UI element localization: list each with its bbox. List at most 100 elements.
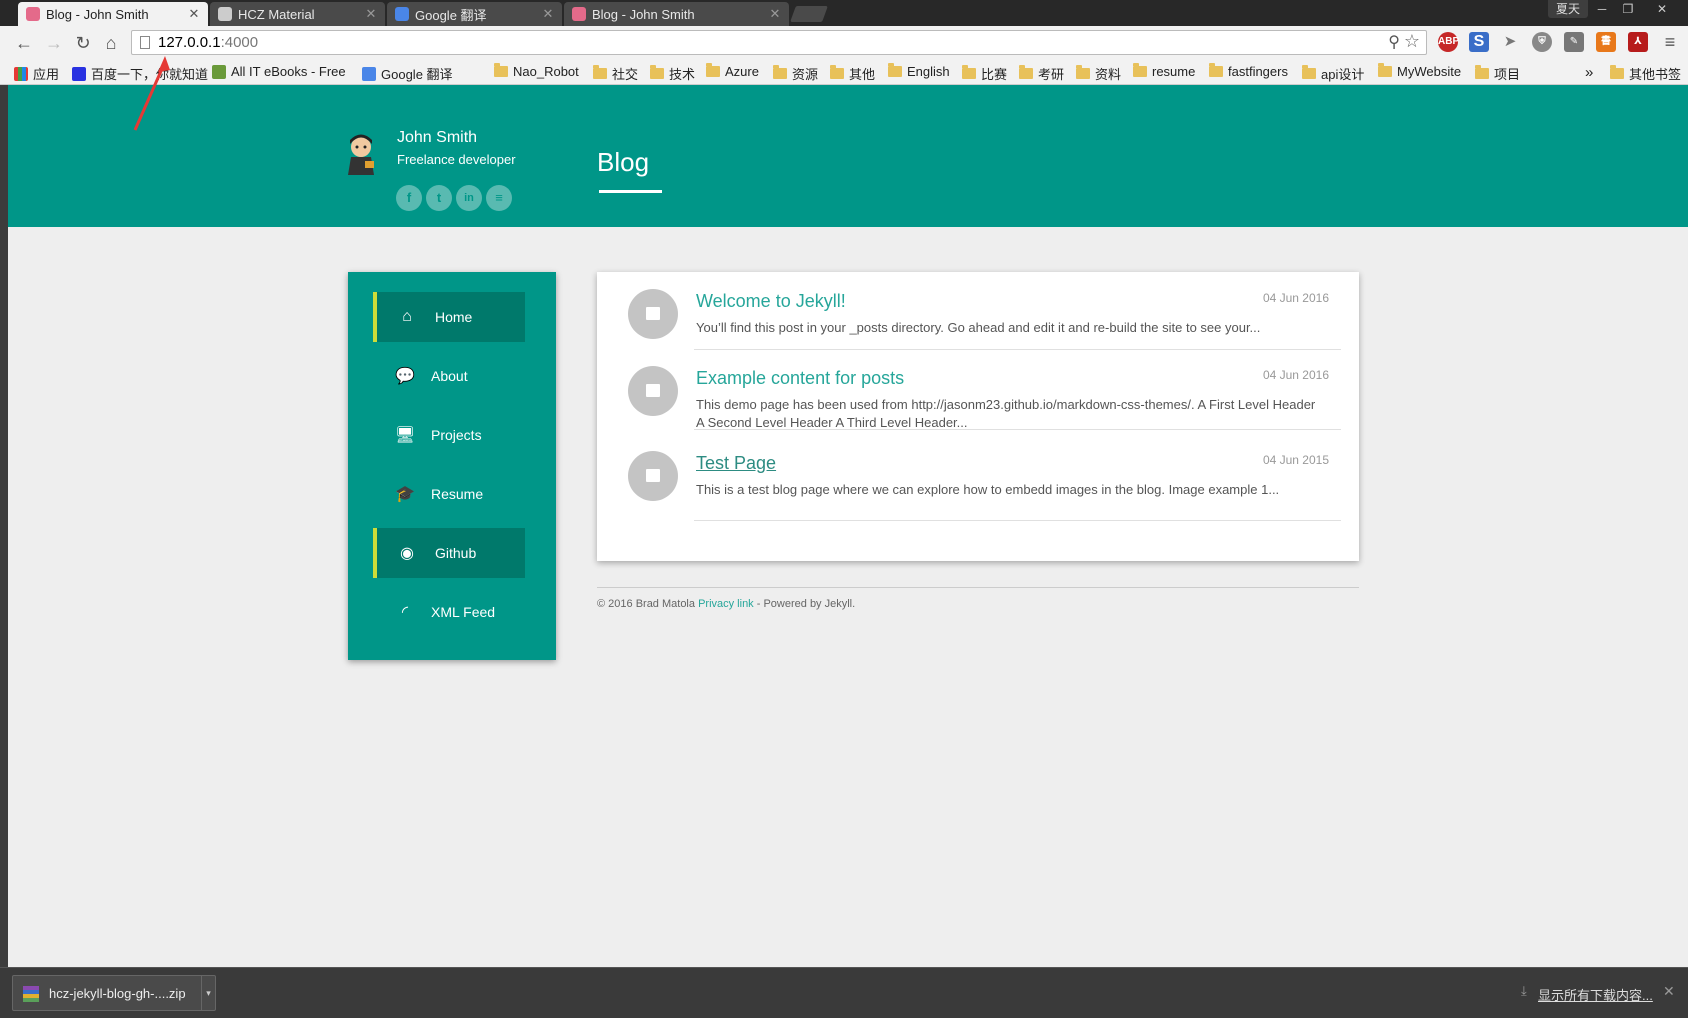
comments-icon: 💬	[395, 368, 415, 385]
post-excerpt: This demo page has been used from http:/…	[696, 397, 1316, 430]
close-icon[interactable]: ✕	[1663, 983, 1675, 1000]
bookmark-folder[interactable]: Azure	[706, 63, 759, 79]
address-bar[interactable]: 127.0.0.1:4000 ⚲ ☆	[131, 30, 1427, 55]
site-name[interactable]: John Smith	[397, 129, 477, 147]
google-translate-favicon-icon	[395, 7, 409, 21]
folder-icon	[1378, 63, 1392, 77]
sidebar-item-home[interactable]: ⌂ Home	[373, 292, 525, 342]
stack-icon[interactable]: ≡	[486, 185, 512, 211]
sidebar-item-projects[interactable]: 🖥 Projects	[373, 410, 525, 460]
url-text: 127.0.0.1:4000	[158, 34, 258, 51]
s-extension-icon[interactable]: S	[1469, 32, 1489, 52]
tab-google-translate[interactable]: Google 翻译 ✕	[387, 2, 562, 26]
tab-blog-john-smith[interactable]: Blog - John Smith ✕	[18, 2, 208, 26]
post-title-link[interactable]: Welcome to Jekyll!	[696, 291, 846, 312]
tab-hcz-material[interactable]: HCZ Material ✕	[210, 2, 385, 26]
graduation-cap-icon: 🎓	[395, 486, 415, 503]
bookmark-label: 其他书签	[1629, 67, 1682, 82]
bookmark-other-folder[interactable]: 其他书签	[1610, 64, 1681, 83]
new-tab-button[interactable]	[790, 6, 828, 22]
bookmark-folder[interactable]: resume	[1133, 63, 1195, 79]
cursor-extension-icon[interactable]: ➤	[1500, 32, 1520, 52]
bookmarks-overflow-chevron[interactable]: »	[1585, 64, 1593, 81]
sidebar-item-xml-feed[interactable]: ◜ XML Feed	[373, 587, 525, 637]
bookmark-label: 应用	[33, 67, 60, 82]
bookmark-label: 资源	[792, 67, 819, 82]
bookmark-folder[interactable]: 考研	[1019, 64, 1064, 83]
reload-icon[interactable]: ↻	[71, 31, 95, 55]
page-icon	[140, 36, 150, 49]
twitter-icon[interactable]: t	[426, 185, 452, 211]
close-tab-icon[interactable]: ✕	[767, 6, 783, 22]
close-tab-icon[interactable]: ✕	[186, 6, 202, 22]
bookmark-folder[interactable]: English	[888, 63, 950, 79]
folder-icon	[706, 63, 720, 77]
translate-extension-icon[interactable]: 書	[1596, 32, 1616, 52]
google-translate-icon	[362, 66, 376, 81]
show-all-downloads-link[interactable]: 显示所有下载内容...	[1538, 985, 1653, 1004]
bookmark-folder[interactable]: 比赛	[962, 64, 1007, 83]
powered-by-text: - Powered by Jekyll.	[756, 598, 856, 610]
pdf-extension-icon[interactable]: ⅄	[1628, 32, 1648, 52]
site-favicon-icon	[26, 7, 40, 21]
home-icon[interactable]: ⌂	[99, 31, 123, 55]
forward-arrow-icon[interactable]: →	[42, 31, 66, 55]
bookmark-folder[interactable]: 技术	[650, 64, 695, 83]
bookmark-label: Google 翻译	[381, 67, 453, 82]
download-filename: hcz-jekyll-blog-gh-....zip	[49, 986, 186, 1001]
editor-extension-icon[interactable]: ✎	[1564, 32, 1584, 52]
bookmark-star-icon[interactable]: ☆	[1404, 31, 1420, 52]
menu-hamburger-icon[interactable]: ≡	[1660, 32, 1680, 52]
close-tab-icon[interactable]: ✕	[363, 6, 379, 22]
apps-grid-icon	[14, 66, 28, 81]
shield-extension-icon[interactable]: ⛨	[1532, 32, 1552, 52]
sidebar-item-resume[interactable]: 🎓 Resume	[373, 469, 525, 519]
post-title-link[interactable]: Test Page	[696, 453, 776, 474]
rss-icon: ◜	[401, 604, 409, 621]
folder-icon	[1209, 63, 1223, 77]
bookmark-folder[interactable]: MyWebsite	[1378, 63, 1462, 79]
sidebar-item-about[interactable]: 💬 About	[373, 351, 525, 401]
bookmark-google-translate[interactable]: Google 翻译	[362, 64, 453, 83]
profile-button[interactable]: 夏天	[1548, 0, 1589, 18]
bookmark-folder[interactable]: Nao_Robot	[494, 63, 579, 79]
bookmark-itebooks[interactable]: All IT eBooks - Free	[212, 64, 346, 79]
bookmark-folder[interactable]: 资源	[773, 64, 818, 83]
bookmark-label: 资料	[1095, 67, 1122, 82]
close-tab-icon[interactable]: ✕	[540, 6, 556, 22]
sidebar-item-github[interactable]: ◉ Github	[373, 528, 525, 578]
bookmark-folder[interactable]: fastfingers	[1209, 63, 1288, 79]
site-header: John Smith Freelance developer f t in ≡ …	[8, 85, 1688, 227]
bookmark-baidu[interactable]: 百度一下，你就知道	[72, 64, 208, 83]
download-item[interactable]: hcz-jekyll-blog-gh-....zip ▾	[12, 975, 216, 1011]
privacy-link[interactable]: Privacy link	[698, 598, 754, 610]
folder-icon	[593, 65, 607, 79]
restore-icon[interactable]: ❐	[1616, 0, 1640, 18]
page-favicon-icon	[218, 7, 232, 21]
bookmark-folder[interactable]: 项目	[1475, 64, 1520, 83]
bookmark-folder[interactable]: 社交	[593, 64, 638, 83]
back-arrow-icon[interactable]: ←	[12, 31, 36, 55]
tab-title: HCZ Material	[238, 6, 315, 22]
minimize-icon[interactable]: ─	[1590, 0, 1614, 18]
facebook-icon[interactable]: f	[396, 185, 422, 211]
bookmark-label: MyWebsite	[1397, 64, 1462, 79]
linkedin-icon[interactable]: in	[456, 185, 482, 211]
footer-divider	[597, 587, 1359, 588]
github-icon: ◉	[400, 545, 414, 562]
site-favicon-icon	[572, 7, 586, 21]
title-underline	[599, 190, 662, 193]
chevron-down-icon[interactable]: ▾	[201, 976, 215, 1010]
bookmark-apps[interactable]: 应用	[14, 64, 59, 83]
adblock-plus-icon[interactable]: ABP	[1438, 32, 1459, 52]
bookmark-folder[interactable]: 其他	[830, 64, 875, 83]
sidebar-item-label: Projects	[431, 427, 482, 443]
post-title-link[interactable]: Example content for posts	[696, 368, 904, 389]
zoom-icon[interactable]: ⚲	[1388, 32, 1400, 52]
bookmark-folder[interactable]: api设计	[1302, 64, 1364, 83]
tab-blog-john-smith-2[interactable]: Blog - John Smith ✕	[564, 2, 789, 26]
bookmark-folder[interactable]: 资料	[1076, 64, 1121, 83]
page-viewport: John Smith Freelance developer f t in ≡ …	[8, 85, 1688, 967]
post-date: 04 Jun 2016	[1262, 368, 1329, 382]
window-close-icon[interactable]: ✕	[1650, 0, 1674, 18]
